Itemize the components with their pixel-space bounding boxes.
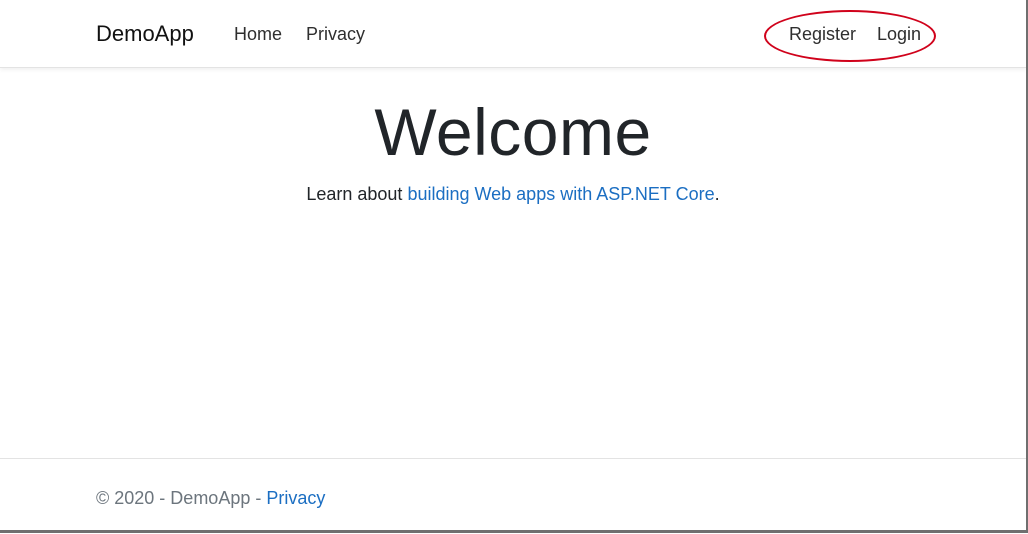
footer-copyright: © 2020 - DemoApp - [96, 488, 267, 508]
intro-text-suffix: . [714, 184, 720, 204]
browser-page: DemoApp Home Privacy Register Login Welc… [0, 0, 1028, 533]
nav-privacy-link[interactable]: Privacy [306, 22, 365, 46]
footer-privacy-link[interactable]: Privacy [266, 488, 325, 508]
intro-text-prefix: Learn about [306, 184, 408, 204]
page-title: Welcome [374, 95, 652, 169]
nav-register-link[interactable]: Register [789, 22, 856, 46]
intro-paragraph: Learn about building Web apps with ASP.N… [0, 182, 1026, 206]
aspnet-docs-link[interactable]: building Web apps with ASP.NET Core [407, 184, 714, 204]
page-footer: © 2020 - DemoApp - Privacy [0, 458, 1026, 530]
top-navbar: DemoApp Home Privacy Register Login [0, 0, 1026, 68]
brand-link[interactable]: DemoApp [96, 20, 194, 48]
footer-text: © 2020 - DemoApp - Privacy [96, 486, 325, 510]
nav-home-link[interactable]: Home [234, 22, 282, 46]
nav-login-link[interactable]: Login [877, 22, 921, 46]
